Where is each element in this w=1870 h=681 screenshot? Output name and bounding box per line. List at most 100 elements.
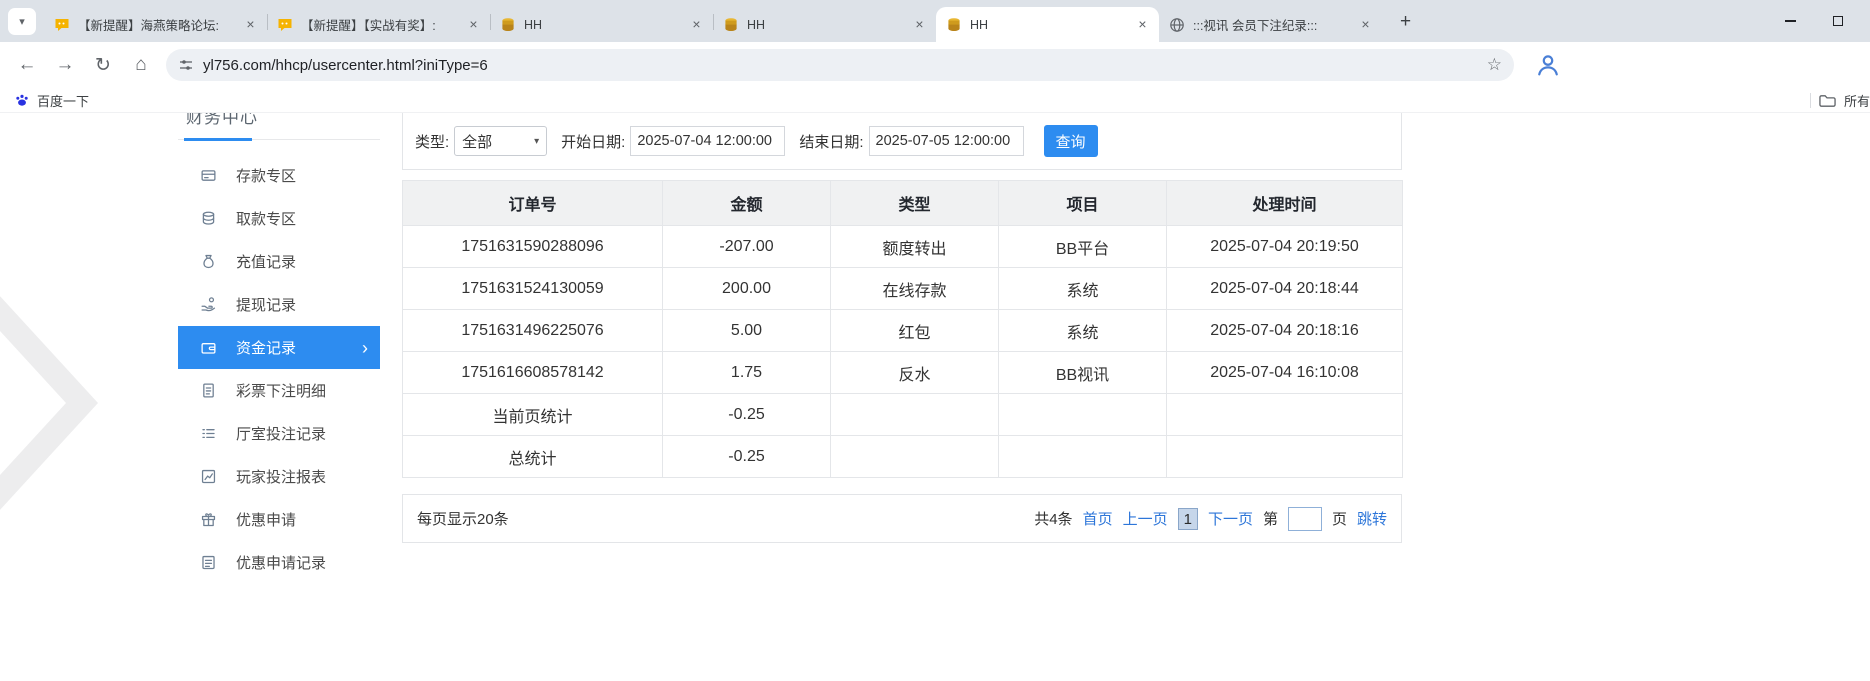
gift-icon	[200, 511, 217, 528]
sidebar-item-label: 优惠申请	[236, 509, 296, 530]
tab-close-icon[interactable]: ×	[1357, 16, 1374, 33]
moneybag-icon	[200, 253, 217, 270]
type-label: 类型:	[415, 131, 449, 152]
site-info-icon[interactable]	[178, 57, 194, 73]
browser-tab[interactable]: HH ×	[490, 7, 713, 42]
table-cell	[1167, 394, 1403, 436]
reload-button[interactable]: ↻	[88, 50, 118, 80]
wallet-icon	[200, 339, 217, 356]
current-page[interactable]: 1	[1178, 508, 1198, 530]
table-cell: 系统	[999, 310, 1167, 352]
bookmark-star-icon[interactable]: ☆	[1487, 55, 1502, 75]
jump-page-input[interactable]	[1288, 507, 1322, 531]
first-page-link[interactable]: 首页	[1083, 508, 1113, 529]
sidebar-item-玩家投注报表[interactable]: 玩家投注报表›	[178, 455, 380, 498]
profile-avatar-icon[interactable]	[1534, 51, 1562, 79]
tab-close-icon[interactable]: ×	[465, 16, 482, 33]
prev-page-link[interactable]: 上一页	[1123, 508, 1168, 529]
tab-title: HH	[524, 18, 684, 32]
tab-close-icon[interactable]: ×	[688, 16, 705, 33]
sidebar-item-优惠申请记录[interactable]: 优惠申请记录›	[178, 541, 380, 584]
page-content: 财务中心 存款专区›取款专区›充值记录›提现记录›资金记录›彩票下注明细›厅室投…	[0, 113, 1870, 681]
sidebar-item-label: 优惠申请记录	[236, 552, 326, 573]
start-date-input[interactable]	[630, 126, 785, 156]
all-bookmarks-button[interactable]: 所有	[1810, 88, 1870, 113]
table-cell: 红包	[831, 310, 999, 352]
sidebar-item-彩票下注明细[interactable]: 彩票下注明细›	[178, 369, 380, 412]
table-cell: 反水	[831, 352, 999, 394]
url-text[interactable]: yl756.com/hhcp/usercenter.html?iniType=6	[203, 57, 488, 74]
address-bar[interactable]: yl756.com/hhcp/usercenter.html?iniType=6…	[166, 49, 1514, 81]
jump-link[interactable]: 跳转	[1357, 508, 1387, 529]
total-count: 共4条	[1034, 508, 1072, 529]
sidebar-heading-underline	[184, 138, 252, 141]
sidebar-item-优惠申请[interactable]: 优惠申请›	[178, 498, 380, 541]
browser-tab[interactable]: 【新提醒】海燕策略论坛:×	[44, 7, 267, 42]
bookmark-label: 百度一下	[37, 91, 89, 110]
maximize-button[interactable]	[1814, 4, 1862, 38]
chat-yellow-favicon	[54, 17, 70, 33]
all-bookmarks-label: 所有	[1844, 91, 1870, 110]
records-table: 订单号金额类型项目处理时间1751631590288096-207.00额度转出…	[402, 180, 1403, 478]
tab-close-icon[interactable]: ×	[242, 16, 259, 33]
globe-favicon	[1169, 17, 1185, 33]
sidebar-heading-label: 财务中心	[186, 113, 258, 128]
coins-icon	[200, 210, 217, 227]
folder-icon	[1819, 94, 1836, 108]
tab-divider	[267, 14, 268, 30]
new-tab-button[interactable]: +	[1392, 9, 1419, 36]
page-size-text: 每页显示20条	[417, 508, 509, 529]
back-button[interactable]: ←	[12, 50, 42, 80]
home-button[interactable]: ⌂	[126, 50, 156, 80]
sidebar-item-label: 取款专区	[236, 208, 296, 229]
bookmarks-separator	[1810, 93, 1811, 108]
table-cell: 1751616608578142	[403, 352, 663, 394]
browser-tab[interactable]: HH×	[713, 7, 936, 42]
sidebar-item-存款专区[interactable]: 存款专区›	[178, 154, 380, 197]
pagination-controls: 共4条 首页 上一页 1 下一页 第 页 跳转	[1034, 507, 1387, 531]
next-page-link[interactable]: 下一页	[1208, 508, 1253, 529]
table-cell: -0.25	[663, 436, 831, 478]
sidebar-item-厅室投注记录[interactable]: 厅室投注记录›	[178, 412, 380, 455]
table-cell: BB视讯	[999, 352, 1167, 394]
end-date-input[interactable]	[869, 126, 1024, 156]
tab-close-icon[interactable]: ×	[911, 16, 928, 33]
table-row: 1751631524130059200.00在线存款系统2025-07-04 2…	[403, 268, 1403, 310]
coins-gold-favicon	[723, 17, 739, 33]
sidebar-item-label: 资金记录	[236, 337, 296, 358]
browser-tab[interactable]: 【新提醒】【实战有奖】:×	[267, 7, 490, 42]
browser-tab[interactable]: HH×	[936, 7, 1159, 42]
end-date-label: 结束日期:	[799, 131, 863, 152]
tab-close-icon[interactable]: ×	[1134, 16, 1151, 33]
bookmarks-bar: 百度一下 所有	[0, 88, 1870, 113]
table-cell: 2025-07-04 16:10:08	[1167, 352, 1403, 394]
table-cell	[831, 436, 999, 478]
browser-tab[interactable]: :::视讯 会员下注纪录:::×	[1159, 7, 1382, 42]
sidebar-heading: 财务中心	[178, 113, 380, 140]
sidebar-item-充值记录[interactable]: 充值记录›	[178, 240, 380, 283]
forward-button[interactable]: →	[50, 50, 80, 80]
table-header-row: 订单号金额类型项目处理时间	[403, 181, 1403, 226]
column-header: 金额	[663, 181, 831, 226]
table-cell: 200.00	[663, 268, 831, 310]
table-cell: 额度转出	[831, 226, 999, 268]
filter-panel: 类型: 全部 ▾ 开始日期: 结束日期: 查询	[402, 113, 1402, 170]
table-row: 1751631590288096-207.00额度转出BB平台2025-07-0…	[403, 226, 1403, 268]
sidebar-item-提现记录[interactable]: 提现记录›	[178, 283, 380, 326]
minimize-icon	[1785, 20, 1796, 22]
table-cell: 1751631524130059	[403, 268, 663, 310]
sidebar: 财务中心 存款专区›取款专区›充值记录›提现记录›资金记录›彩票下注明细›厅室投…	[178, 113, 380, 584]
bookmark-baidu[interactable]: 百度一下	[14, 91, 89, 110]
sidebar-item-资金记录[interactable]: 资金记录›	[178, 326, 380, 369]
table-cell	[831, 394, 999, 436]
table-cell: 当前页统计	[403, 394, 663, 436]
table-cell: 1.75	[663, 352, 831, 394]
pagination-bar: 每页显示20条 共4条 首页 上一页 1 下一页 第 页 跳转	[402, 494, 1402, 543]
jump-label-post: 页	[1332, 508, 1347, 529]
window-controls	[1766, 0, 1862, 42]
minimize-button[interactable]	[1766, 4, 1814, 38]
type-select[interactable]: 全部 ▾	[454, 126, 547, 156]
sidebar-item-取款专区[interactable]: 取款专区›	[178, 197, 380, 240]
search-button[interactable]: 查询	[1044, 125, 1098, 157]
column-header: 处理时间	[1167, 181, 1403, 226]
